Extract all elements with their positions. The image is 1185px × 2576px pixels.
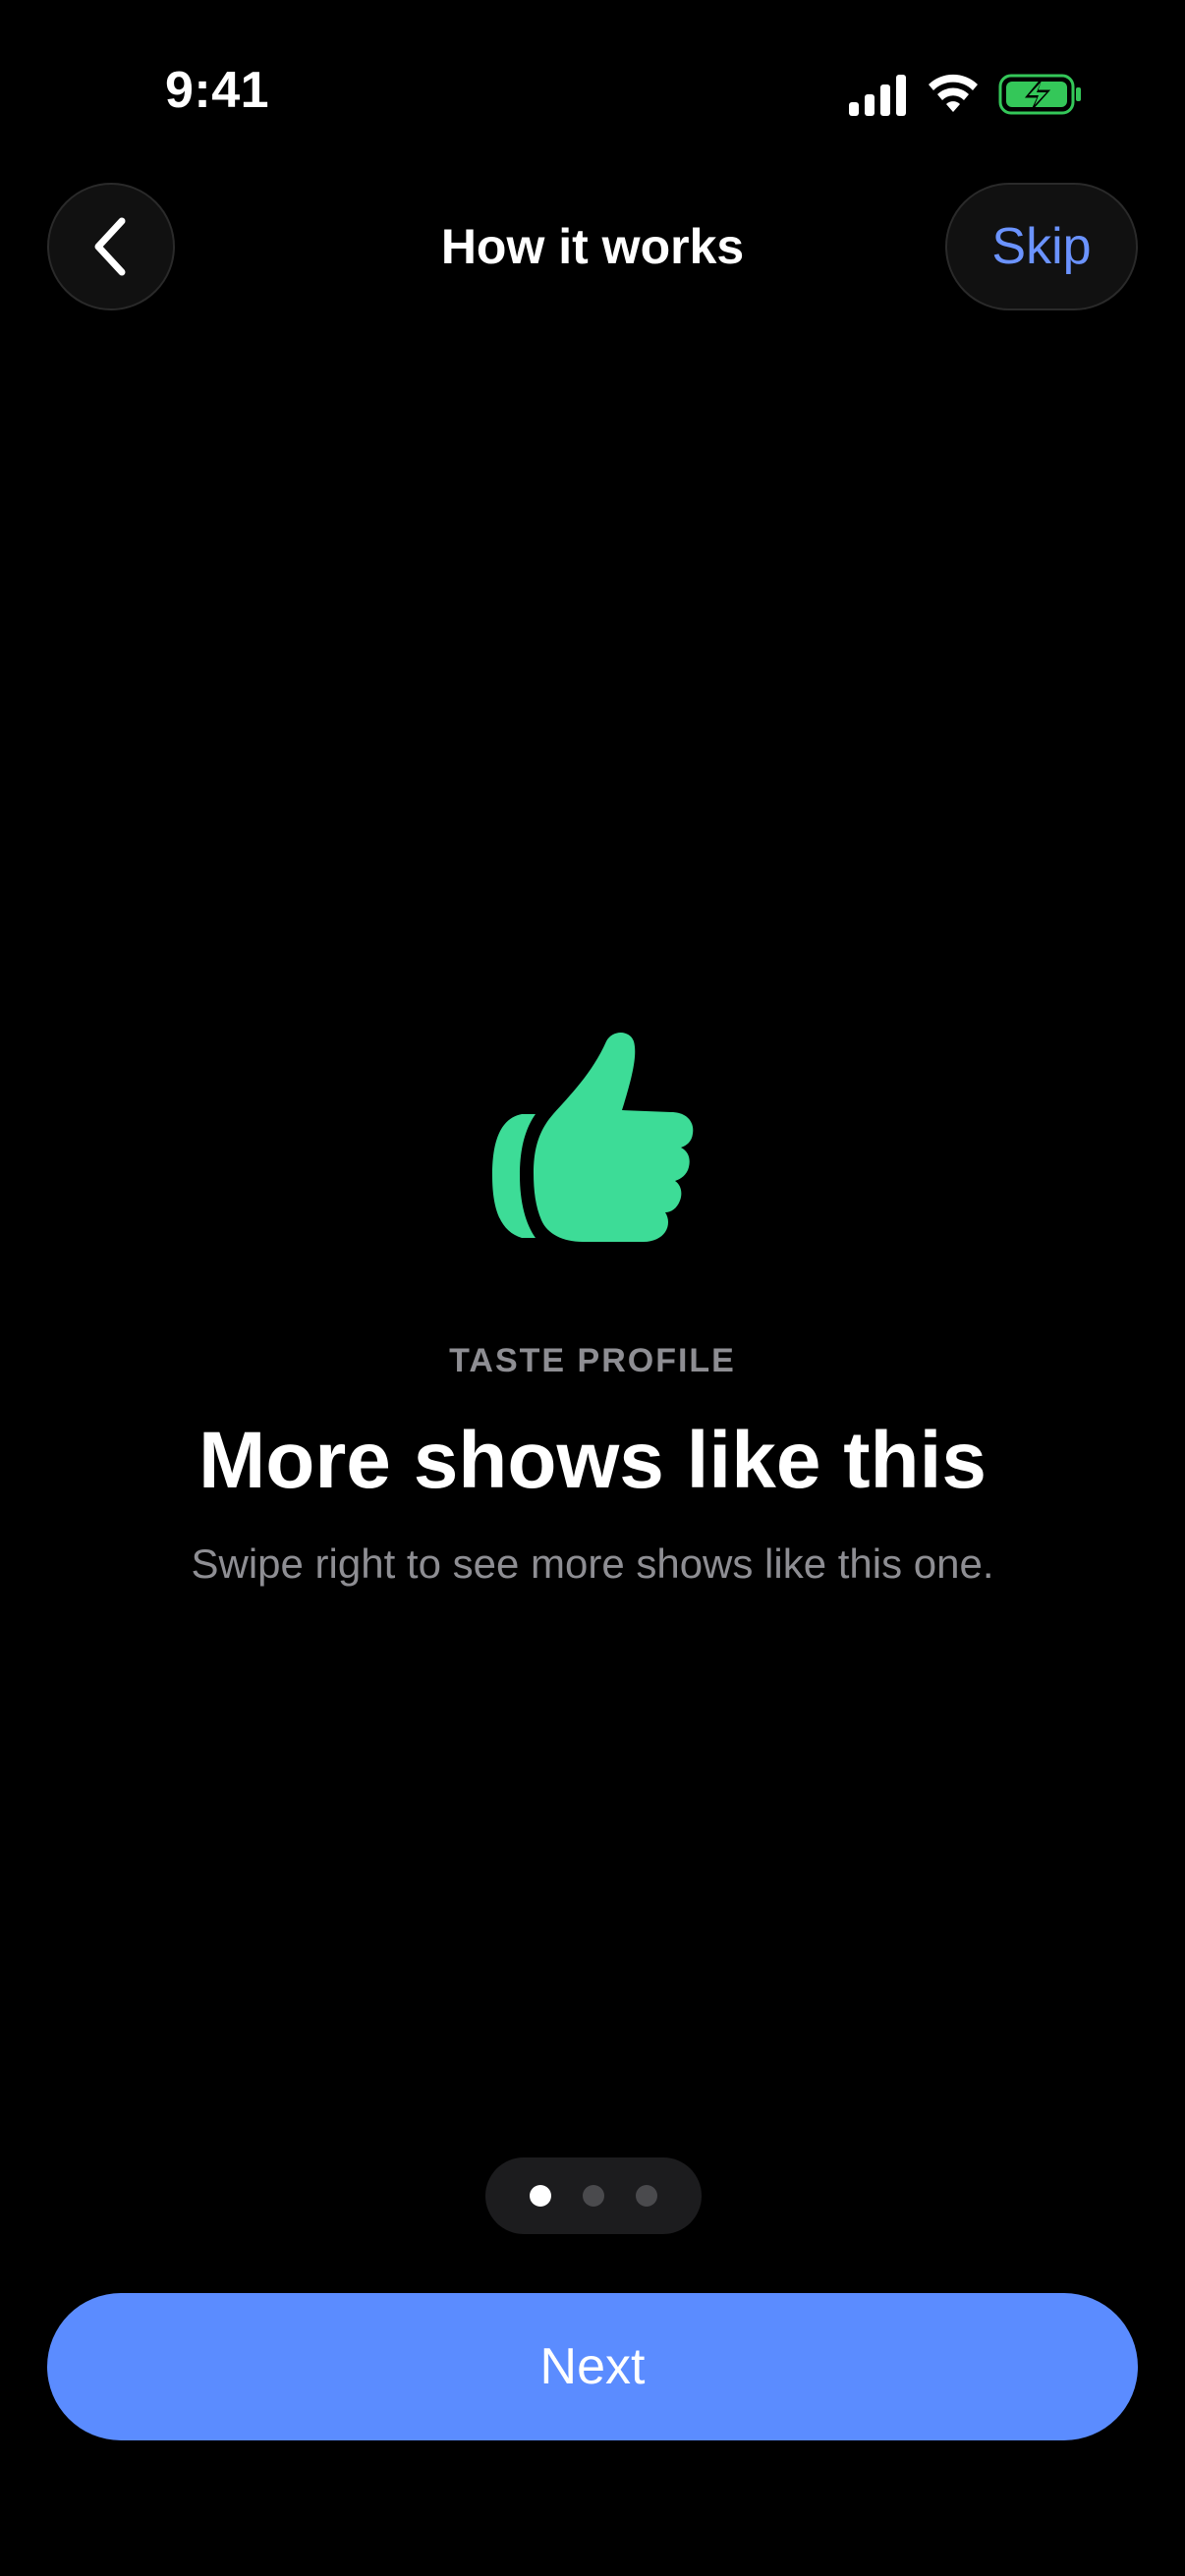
battery-charging-icon bbox=[998, 74, 1081, 115]
wifi-icon bbox=[929, 74, 978, 112]
thumbs-up-icon bbox=[492, 1033, 694, 1242]
page-dot-3[interactable] bbox=[636, 2185, 657, 2207]
page-dot-1[interactable] bbox=[530, 2185, 551, 2207]
next-button[interactable]: Next bbox=[47, 2293, 1138, 2440]
page-dot-2[interactable] bbox=[583, 2185, 604, 2207]
section-eyebrow: TASTE PROFILE bbox=[449, 1342, 736, 1379]
page-title: How it works bbox=[440, 219, 745, 274]
back-button[interactable] bbox=[47, 183, 175, 310]
skip-button[interactable]: Skip bbox=[945, 183, 1138, 310]
status-time: 9:41 bbox=[165, 62, 270, 119]
signal-icon bbox=[849, 75, 906, 116]
onboarding-screen: 9:41 How it works Skip TASTE PROFILE Mor… bbox=[0, 0, 1185, 2576]
status-bar: 9:41 bbox=[0, 0, 1185, 196]
headline: More shows like this bbox=[198, 1416, 987, 1505]
page-indicator[interactable] bbox=[485, 2157, 702, 2234]
chevron-left-icon bbox=[94, 217, 126, 276]
subtitle: Swipe right to see more shows like this … bbox=[191, 1540, 994, 1587]
